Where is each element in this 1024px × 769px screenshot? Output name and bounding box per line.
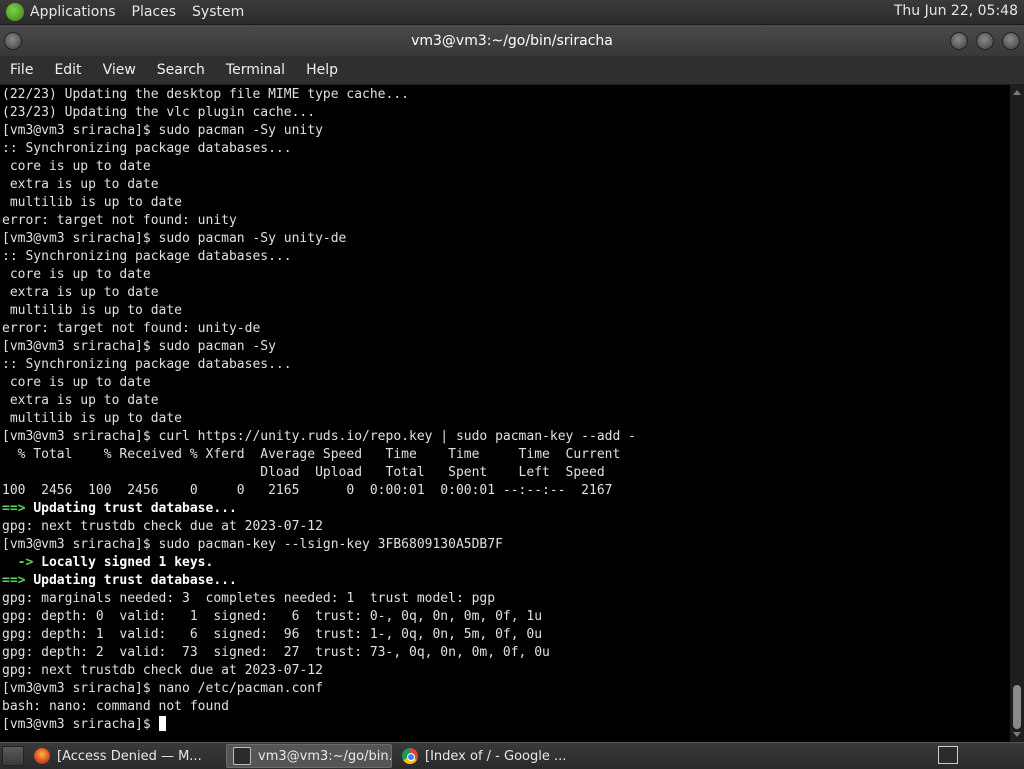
task-chrome[interactable]: [Index of / - Google ... [396, 745, 570, 767]
terminal-line: [vm3@vm3 sriracha]$ sudo pacman-key --ls… [2, 537, 503, 552]
menu-edit[interactable]: Edit [44, 62, 92, 78]
clock[interactable]: Thu Jun 22, 05:48 [894, 3, 1018, 19]
scroll-up-icon[interactable] [1013, 90, 1021, 95]
terminal-icon [233, 747, 251, 765]
terminal-line: [vm3@vm3 sriracha]$ [2, 716, 1010, 734]
menu-help[interactable]: Help [296, 62, 349, 78]
show-desktop-icon[interactable] [2, 746, 24, 766]
menu-file[interactable]: File [0, 62, 44, 78]
terminal-line: :: Synchronizing package databases... [2, 141, 292, 156]
terminal-line: multilib is up to date [2, 195, 183, 210]
menu-search[interactable]: Search [147, 62, 216, 78]
scroll-thumb[interactable] [1013, 685, 1021, 729]
terminal-line: gpg: next trustdb check due at 2023-07-1… [2, 663, 323, 678]
terminal-line: % Total % Received % Xferd Average Speed… [2, 447, 621, 462]
window-title: vm3@vm3:~/go/bin/sriracha [411, 32, 613, 49]
terminal-line: (22/23) Updating the desktop file MIME t… [2, 87, 409, 102]
terminal-line: gpg: depth: 0 valid: 1 signed: 6 trust: … [2, 609, 543, 624]
terminal-scrollbar[interactable] [1010, 85, 1024, 742]
system-menu[interactable]: System [192, 4, 244, 20]
minimize-icon[interactable] [950, 32, 968, 50]
terminal-line: 100 2456 100 2456 0 0 2165 0 0:00:01 0:0… [2, 483, 613, 498]
task-firefox[interactable]: [Access Denied — M... [28, 745, 222, 767]
terminal-line: gpg: marginals needed: 3 completes neede… [2, 591, 496, 606]
firefox-icon [34, 748, 50, 764]
terminal-line: multilib is up to date [2, 411, 183, 426]
places-menu[interactable]: Places [132, 4, 177, 20]
terminal-line: multilib is up to date [2, 303, 183, 318]
top-panel: Applications Places System Thu Jun 22, 0… [0, 0, 1024, 25]
terminal-line: extra is up to date [2, 177, 159, 192]
terminal-line: core is up to date [2, 267, 151, 282]
terminal-line: extra is up to date [2, 393, 159, 408]
terminal-line: (23/23) Updating the vlc plugin cache... [2, 105, 316, 120]
distro-logo-icon[interactable] [6, 3, 24, 21]
terminal-output[interactable]: (22/23) Updating the desktop file MIME t… [0, 85, 1010, 742]
terminal-line: error: target not found: unity [2, 213, 237, 228]
terminal-line: :: Synchronizing package databases... [2, 249, 292, 264]
task-terminal[interactable]: vm3@vm3:~/go/bin... [226, 744, 392, 768]
tray-terminal-icon[interactable] [938, 746, 958, 764]
chrome-icon [402, 748, 418, 764]
task-label: [Index of / - Google ... [425, 748, 567, 764]
terminal-line: -> Locally signed 1 keys. [2, 555, 214, 570]
text-cursor [158, 716, 166, 731]
terminal-line: core is up to date [2, 159, 151, 174]
window-titlebar[interactable]: vm3@vm3:~/go/bin/sriracha [0, 25, 1024, 56]
terminal-line: gpg: depth: 1 valid: 6 signed: 96 trust:… [2, 627, 543, 642]
terminal-line: core is up to date [2, 375, 151, 390]
terminal-line: extra is up to date [2, 285, 159, 300]
terminal-line: bash: nano: command not found [2, 699, 229, 714]
task-label: vm3@vm3:~/go/bin... [258, 748, 392, 764]
terminal-line: error: target not found: unity-de [2, 321, 261, 336]
terminal-line: ==> Updating trust database... [2, 573, 237, 588]
window-menu-icon[interactable] [4, 32, 22, 50]
menu-terminal[interactable]: Terminal [216, 62, 296, 78]
terminal-line: [vm3@vm3 sriracha]$ nano /etc/pacman.con… [2, 681, 323, 696]
terminal-line: gpg: next trustdb check due at 2023-07-1… [2, 519, 323, 534]
terminal-menubar: File Edit View Search Terminal Help [0, 56, 1024, 85]
close-icon[interactable] [1002, 32, 1020, 50]
terminal-line: [vm3@vm3 sriracha]$ sudo pacman -Sy [2, 339, 276, 354]
terminal-line: ==> Updating trust database... [2, 501, 237, 516]
terminal-line: Dload Upload Total Spent Left Speed [2, 465, 605, 480]
terminal-line: [vm3@vm3 sriracha]$ sudo pacman -Sy unit… [2, 123, 323, 138]
terminal-line: [vm3@vm3 sriracha]$ sudo pacman -Sy unit… [2, 231, 347, 246]
maximize-icon[interactable] [976, 32, 994, 50]
scroll-down-icon[interactable] [1013, 732, 1021, 737]
task-label: [Access Denied — M... [57, 748, 202, 764]
taskbar: [Access Denied — M... vm3@vm3:~/go/bin..… [0, 742, 1024, 769]
terminal-line: [vm3@vm3 sriracha]$ curl https://unity.r… [2, 429, 636, 444]
applications-menu[interactable]: Applications [30, 4, 116, 20]
menu-view[interactable]: View [93, 62, 147, 78]
terminal-line: gpg: depth: 2 valid: 73 signed: 27 trust… [2, 645, 550, 660]
terminal-line: :: Synchronizing package databases... [2, 357, 292, 372]
